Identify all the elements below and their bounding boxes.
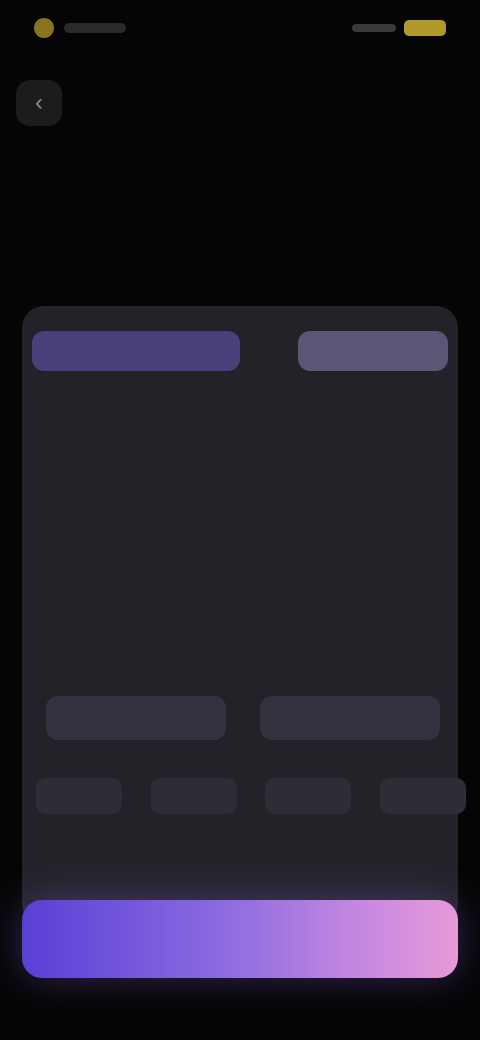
- page-title: [140, 92, 340, 120]
- chevron-left-icon: ‹: [35, 89, 43, 116]
- card-header: [32, 322, 448, 380]
- status-bar: [0, 0, 480, 60]
- tag-chip-3[interactable]: [265, 778, 352, 814]
- card-link[interactable]: [140, 844, 340, 872]
- back-button[interactable]: ‹: [16, 80, 62, 126]
- card-tab-secondary[interactable]: [298, 331, 448, 371]
- card-tab-primary[interactable]: [32, 331, 240, 371]
- option-button-1[interactable]: [46, 696, 226, 740]
- status-bar-left: [34, 18, 126, 38]
- battery-icon: [404, 20, 446, 36]
- tag-chip-1[interactable]: [36, 778, 122, 814]
- option-button-2[interactable]: [260, 696, 440, 740]
- signal-icon: [352, 24, 396, 32]
- content-card: [22, 306, 466, 926]
- notification-dot-icon: [34, 18, 54, 38]
- tag-row: [36, 778, 466, 814]
- card-meta-row: [48, 640, 438, 666]
- status-bar-right: [352, 20, 446, 36]
- primary-cta-button[interactable]: [22, 900, 458, 978]
- status-time: [64, 23, 126, 33]
- tag-chip-2[interactable]: [150, 778, 237, 814]
- option-row: [46, 696, 440, 740]
- tag-chip-4[interactable]: [379, 778, 466, 814]
